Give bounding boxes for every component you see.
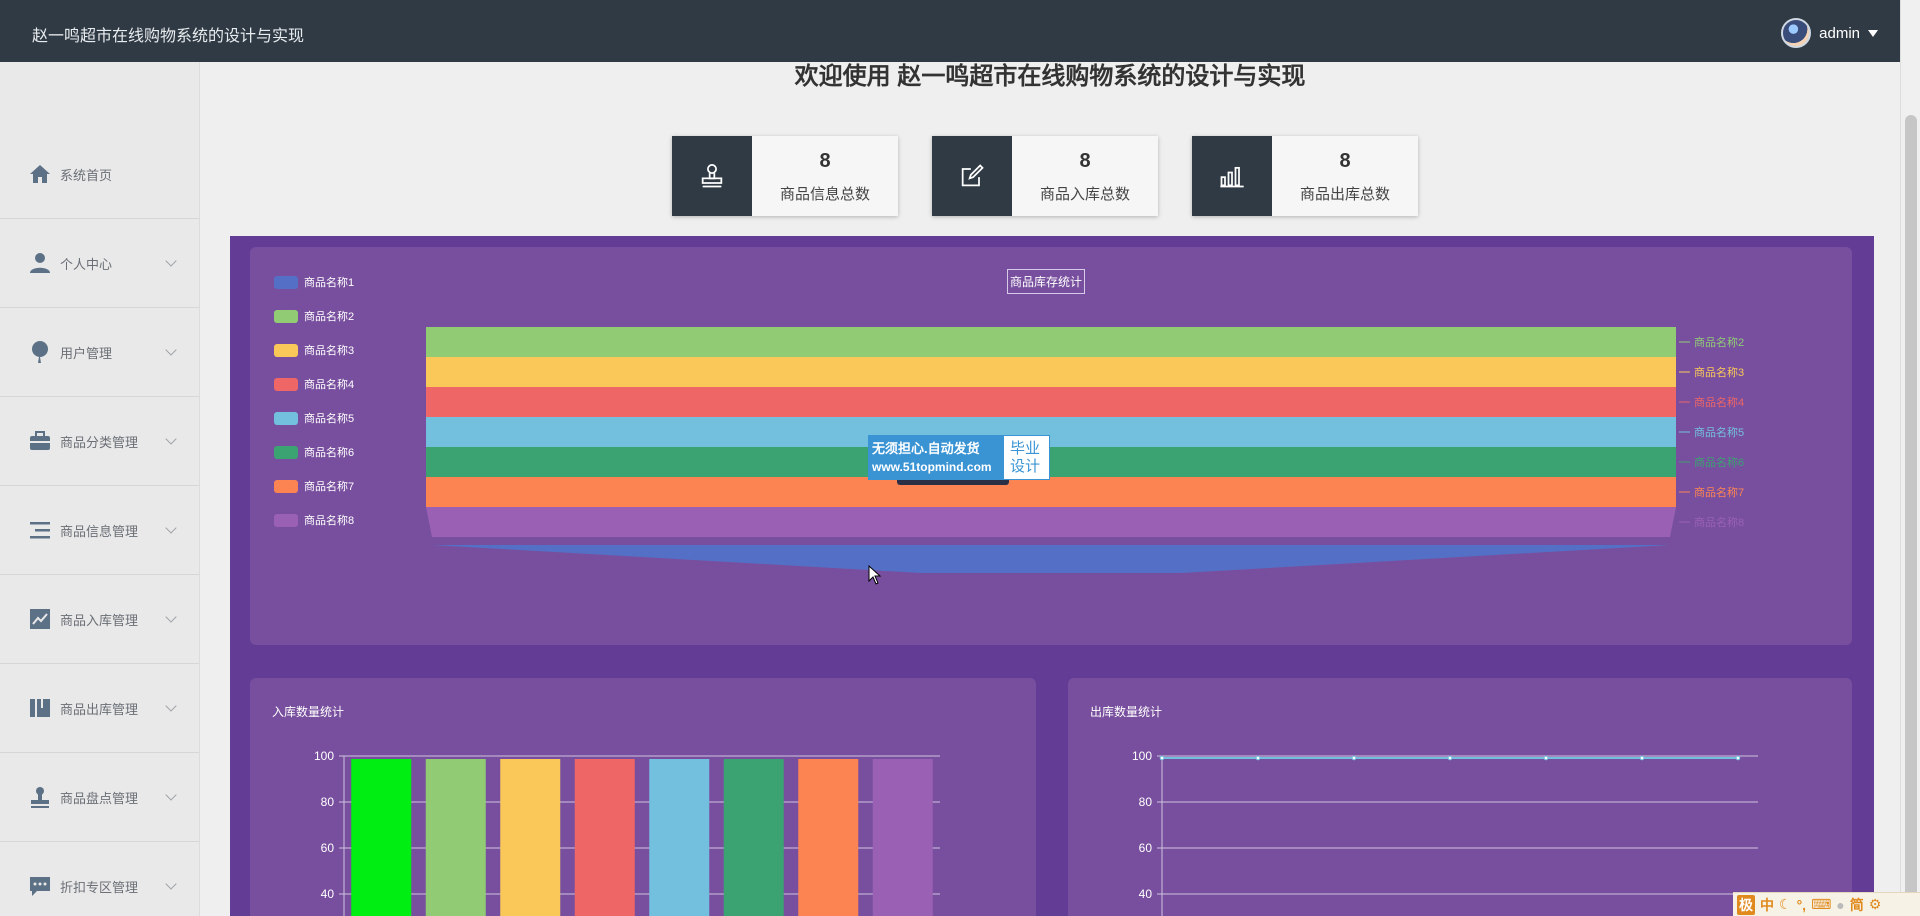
data-point[interactable] [1639, 755, 1645, 761]
bar[interactable] [723, 759, 784, 916]
gear-icon[interactable]: ⚙ [1869, 896, 1882, 913]
bar[interactable] [574, 759, 635, 916]
bar[interactable] [425, 759, 486, 916]
scrollbar-thumb[interactable] [1905, 115, 1917, 905]
bar[interactable] [872, 759, 933, 916]
funnel-layer[interactable] [426, 477, 1676, 507]
ime-mode[interactable]: 中 [1760, 895, 1774, 915]
moon-icon[interactable]: ☾ [1779, 896, 1792, 913]
bar[interactable] [500, 759, 561, 916]
funnel-label: 商品名称6 [1694, 455, 1744, 469]
funnel-label: 商品名称7 [1694, 485, 1744, 499]
watermark-url: www.51topmind.com [872, 460, 992, 474]
data-point[interactable] [1447, 755, 1453, 761]
data-point[interactable] [1735, 755, 1741, 761]
funnel-layer[interactable] [426, 417, 1676, 447]
y-tick-label: 40 [321, 887, 335, 901]
stock-out-line-chart: 40 60 80 100 [1132, 749, 1758, 916]
ime-logo-icon[interactable]: 极 [1737, 894, 1755, 915]
funnel-layer[interactable] [426, 387, 1676, 417]
bar[interactable] [649, 759, 710, 916]
punctuation-icon[interactable]: °, [1797, 897, 1807, 913]
y-tick-label: 80 [1139, 795, 1153, 809]
funnel-layer[interactable] [426, 447, 1676, 477]
watermark-side-text: 设计 [1010, 458, 1041, 475]
funnel-label: 商品名称5 [1694, 425, 1744, 439]
bar[interactable] [798, 759, 859, 916]
funnel-label: 商品名称4 [1694, 395, 1744, 409]
y-tick-label: 40 [1139, 887, 1153, 901]
ime-toolbar[interactable]: 极 中 ☾ °, ⌨ ● 简 ⚙ [1733, 892, 1920, 916]
ime-script[interactable]: 简 [1850, 895, 1864, 915]
keyboard-icon[interactable]: ⌨ [1811, 896, 1831, 913]
y-tick-label: 60 [321, 841, 335, 855]
cursor-icon [868, 565, 882, 585]
data-point[interactable] [1255, 755, 1261, 761]
scrollbar[interactable] [1900, 0, 1920, 916]
bar[interactable] [351, 759, 412, 916]
watermark-text: 无须担心.自动发货 [872, 441, 980, 456]
funnel-label: 商品名称3 [1694, 365, 1744, 379]
y-tick-label: 80 [321, 795, 335, 809]
user-icon[interactable]: ● [1836, 897, 1844, 913]
y-tick-label: 60 [1139, 841, 1153, 855]
stock-in-bar-chart: 40 60 80 100 [314, 749, 940, 916]
funnel-layer[interactable] [426, 327, 1676, 357]
funnel-label: 商品名称2 [1694, 335, 1744, 349]
data-point[interactable] [1159, 755, 1165, 761]
y-tick-label: 100 [314, 749, 334, 763]
data-point[interactable] [1351, 755, 1357, 761]
funnel-layer[interactable] [426, 507, 1676, 537]
watermark-banner[interactable]: 无须担心.自动发货 www.51topmind.com 毕业 设计 [868, 435, 1050, 480]
watermark-side-text: 毕业 [1010, 440, 1041, 457]
funnel-layer[interactable] [432, 545, 1670, 573]
data-point[interactable] [1543, 755, 1549, 761]
y-tick-label: 100 [1132, 749, 1152, 763]
funnel-layer[interactable] [426, 357, 1676, 387]
funnel-label: 商品名称8 [1694, 515, 1744, 529]
